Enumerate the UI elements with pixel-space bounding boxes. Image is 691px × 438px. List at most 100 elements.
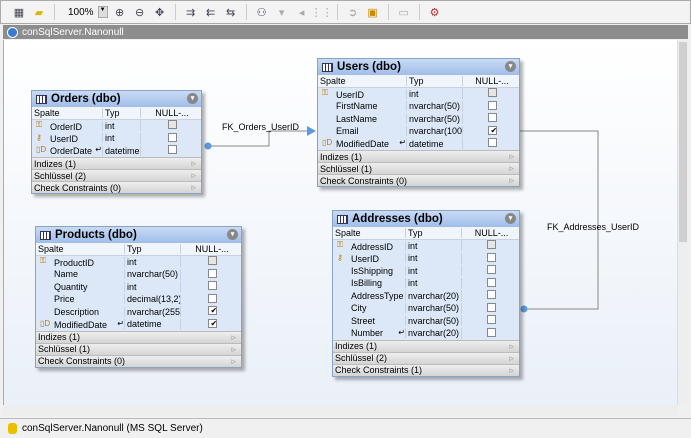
table-header[interactable]: Orders (dbo) ▾ (32, 91, 201, 107)
expand-icon[interactable]: ▹ (509, 341, 514, 352)
table-row[interactable]: FirstName nvarchar(50) (318, 100, 519, 113)
column-type[interactable]: int (124, 281, 180, 292)
column-name[interactable]: Price (52, 294, 75, 304)
column-type[interactable]: int (102, 120, 140, 131)
table-row[interactable]: Email nvarchar(100) ✔ (318, 125, 519, 138)
table-row[interactable]: Price decimal(13,2) (36, 293, 241, 306)
null-checkbox[interactable] (487, 327, 496, 337)
grid-icon[interactable]: ⋮⋮ (311, 4, 333, 20)
null-checkbox[interactable] (487, 315, 496, 325)
column-type[interactable]: decimal(13,2) (124, 294, 180, 305)
table-section[interactable]: Check Constraints (1) ▹ (333, 363, 519, 376)
table-section[interactable]: Schlüssel (1) ▹ (318, 162, 519, 174)
table-row[interactable]: ▯D OrderDate ↵ datetime (32, 145, 201, 158)
null-checkbox[interactable] (487, 138, 497, 148)
table-row[interactable]: ⚷ UserID int (333, 252, 519, 265)
table-section[interactable]: Check Constraints (0) ▹ (32, 181, 201, 193)
column-type[interactable]: int (406, 88, 462, 99)
column-type[interactable]: nvarchar(20) (405, 328, 461, 339)
column-name[interactable]: FirstName (334, 101, 378, 111)
column-type[interactable]: nvarchar(255) (124, 306, 180, 317)
column-name[interactable]: OrderDate (48, 146, 92, 156)
expand-icon[interactable]: ▹ (191, 158, 196, 169)
table-row[interactable]: Description nvarchar(255) ✔ (36, 306, 241, 319)
null-checkbox[interactable] (167, 132, 177, 142)
table-section[interactable]: Indizes (1) ▹ (333, 339, 519, 352)
column-type[interactable]: int (405, 278, 461, 289)
expand-icon[interactable]: ▹ (231, 332, 236, 343)
column-type[interactable]: nvarchar(100) (406, 126, 462, 137)
column-name[interactable]: ProductID (52, 258, 94, 268)
fit-icon[interactable]: ✥ (152, 4, 168, 20)
zoom-dropdown[interactable]: ▼ (97, 6, 108, 18)
zoom-out-icon[interactable]: ⊖ (132, 4, 148, 20)
table-row[interactable]: IsBilling int (333, 277, 519, 290)
table-products[interactable]: Products (dbo) ▾ Spalte Typ NULL-... ⚿ Product… (35, 226, 242, 368)
hierarchy-icon[interactable]: ⚇ (254, 4, 270, 20)
table-users[interactable]: Users (dbo) ▾ Spalte Typ NULL-... ⚿ UserID int F… (317, 58, 520, 187)
column-name[interactable]: UserID (48, 134, 78, 144)
layout-both-icon[interactable]: ⇆ (223, 4, 239, 20)
column-type[interactable]: nvarchar(50) (406, 113, 462, 124)
collapse-icon[interactable]: ▾ (227, 229, 238, 240)
export-icon[interactable]: ➲ (345, 4, 361, 20)
column-name[interactable]: Description (52, 307, 99, 317)
null-checkbox[interactable] (487, 240, 496, 250)
column-header-null[interactable]: NULL-... (461, 227, 519, 238)
table-section[interactable]: Check Constraints (0) ▹ (318, 174, 519, 186)
table-section[interactable]: Schlüssel (2) ▹ (333, 351, 519, 364)
column-header-name[interactable]: Spalte (318, 76, 406, 86)
table-row[interactable]: ⚿ AddressID int (333, 240, 519, 253)
null-checkbox[interactable] (487, 277, 496, 287)
connection-tab[interactable]: conSqlServer.Nanonull (3, 25, 688, 39)
column-header-name[interactable]: Spalte (36, 244, 124, 254)
column-type[interactable]: int (405, 240, 461, 251)
expression-icon[interactable]: ↵ (397, 138, 406, 147)
table-row[interactable]: LastName nvarchar(50) (318, 113, 519, 126)
new-table-icon[interactable]: ▦ (11, 4, 27, 20)
column-type[interactable]: datetime (406, 138, 462, 149)
horizontal-scrollbar[interactable] (3, 405, 677, 416)
left-arrow-icon[interactable]: ◂ (294, 4, 310, 20)
null-checkbox[interactable] (207, 293, 217, 303)
column-header-type[interactable]: Typ (405, 227, 461, 238)
column-name[interactable]: IsBilling (349, 278, 382, 288)
table-row[interactable]: ⚿ ProductID int (36, 256, 241, 269)
table-row[interactable]: Name nvarchar(50) (36, 268, 241, 281)
column-name[interactable]: ModifiedDate (52, 320, 107, 330)
column-name[interactable]: AddressID (349, 242, 393, 252)
null-checkbox[interactable] (487, 252, 496, 262)
column-header-name[interactable]: Spalte (32, 108, 102, 118)
column-name[interactable]: Number (349, 328, 383, 338)
column-header-type[interactable]: Typ (406, 75, 462, 86)
null-checkbox[interactable] (167, 120, 177, 130)
diagram-canvas[interactable]: FK_Orders_UserID FK_Addresses_UserID Ord… (3, 40, 677, 405)
table-row[interactable]: ▯D ModifiedDate ↵ datetime (318, 138, 519, 151)
table-section[interactable]: Indizes (1) ▹ (36, 330, 241, 343)
expand-icon[interactable]: ▹ (191, 182, 196, 193)
layout-icon[interactable]: ⇉ (183, 4, 199, 20)
table-section[interactable]: Indizes (1) ▹ (32, 157, 201, 169)
column-name[interactable]: City (349, 303, 367, 313)
null-checkbox[interactable] (487, 88, 497, 98)
expand-icon[interactable]: ▹ (509, 151, 514, 162)
table-orders[interactable]: Orders (dbo) ▾ Spalte Typ NULL-... ⚿ OrderID in… (31, 90, 202, 194)
column-type[interactable]: nvarchar(50) (405, 315, 461, 326)
table-row[interactable]: Number ↵ nvarchar(20) (333, 327, 519, 340)
properties-icon[interactable]: ▣ (365, 4, 381, 20)
column-name[interactable]: UserID (349, 254, 379, 264)
column-header-null[interactable]: NULL-... (462, 75, 519, 86)
null-checkbox[interactable] (487, 302, 496, 312)
table-row[interactable]: City nvarchar(50) (333, 302, 519, 315)
expand-icon[interactable]: ▹ (509, 365, 514, 376)
table-row[interactable]: Quantity int (36, 281, 241, 294)
layout-left-icon[interactable]: ⇇ (203, 4, 219, 20)
scroll-thumb[interactable] (679, 42, 687, 242)
null-checkbox[interactable] (487, 290, 496, 300)
table-row[interactable]: ⚿ OrderID int (32, 120, 201, 133)
column-name[interactable]: IsShipping (349, 266, 393, 276)
expand-icon[interactable]: ▹ (231, 344, 236, 355)
column-type[interactable]: int (405, 265, 461, 276)
column-name[interactable]: AddressType (349, 291, 404, 301)
column-type[interactable]: int (102, 133, 140, 144)
